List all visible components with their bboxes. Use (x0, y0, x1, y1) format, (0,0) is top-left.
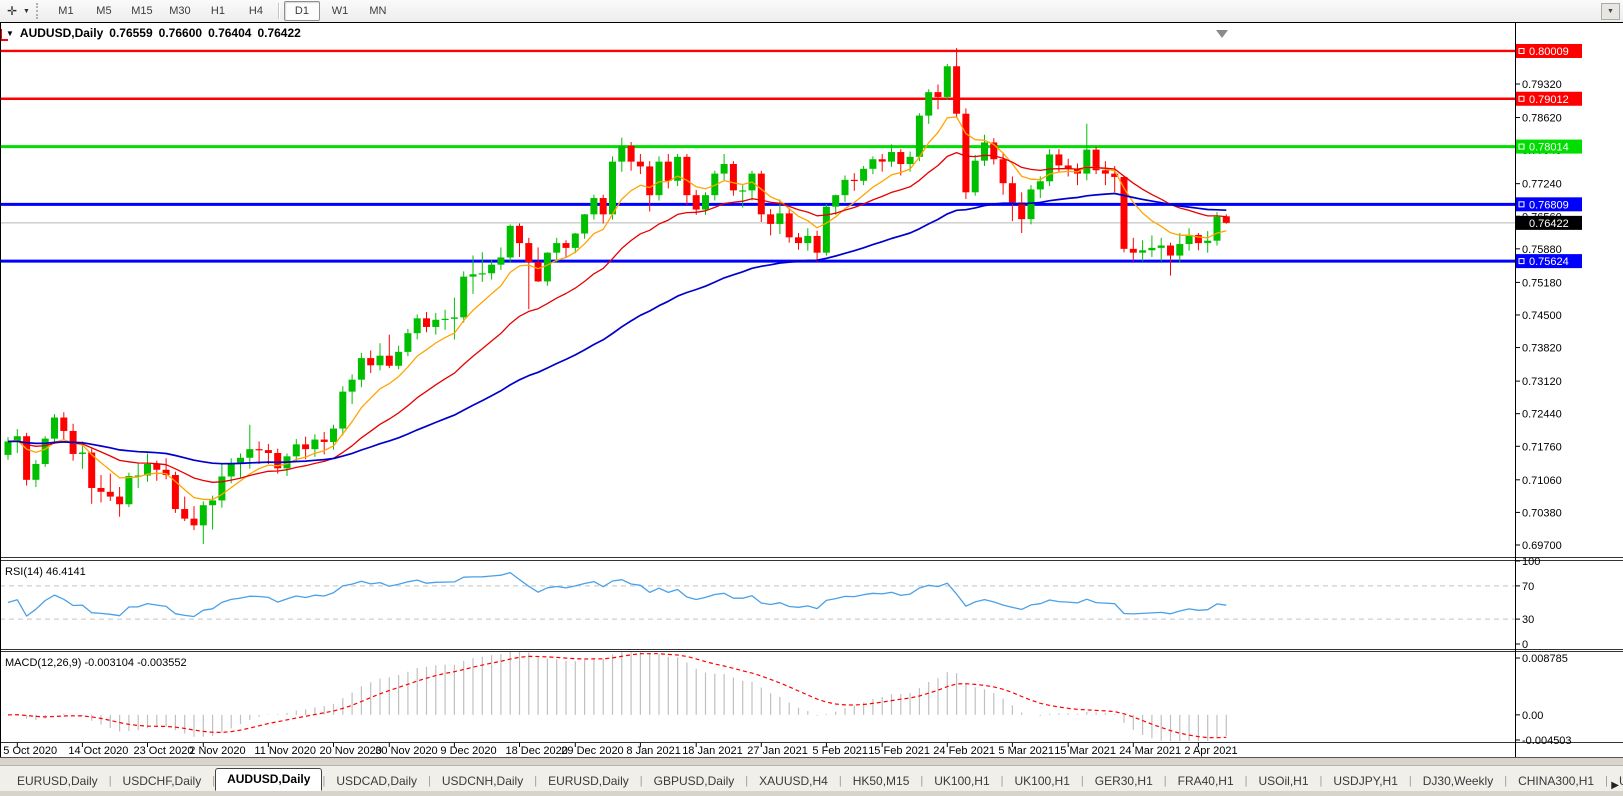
date-label: 5 Oct 2020 (3, 745, 57, 757)
close-value: 0.76422 (257, 26, 301, 40)
chevron-down-icon[interactable]: ▼ (23, 8, 30, 15)
tab-scroll-right-icon[interactable]: ▶ (1611, 780, 1619, 791)
chart-tab-usdjpy-h1[interactable]: USDJPY,H1 (1322, 771, 1408, 791)
price-tick-label: 0.71760 (1522, 441, 1562, 453)
chart-title: ▼ AUDUSD,Daily 0.76559 0.76600 0.76404 0… (6, 26, 301, 40)
chart-tab-china300-h1[interactable]: CHINA300,H1 (1507, 771, 1605, 791)
price-tick-label: 0.72440 (1522, 409, 1562, 421)
macd-tick-label: -0.004503 (1522, 735, 1572, 747)
chart-tab-hk50-m15[interactable]: HK50,M15 (842, 771, 921, 791)
toolbar-separator (277, 3, 280, 19)
timeframe-group: D1 W1 MN (283, 1, 397, 21)
timeframe-button-mn[interactable]: MN (360, 1, 396, 21)
date-label: 15 Mar 2021 (1054, 745, 1116, 757)
chart-tab-xauusd-h4[interactable]: XAUUSD,H4 (748, 771, 839, 791)
svg-text:0.78014: 0.78014 (1529, 142, 1569, 154)
date-label: 15 Feb 2021 (868, 745, 930, 757)
price-tick-label: 0.78620 (1522, 113, 1562, 125)
date-label: 24 Mar 2021 (1119, 745, 1181, 757)
macd-tick-label: 0.00 (1522, 710, 1543, 722)
rsi-label: RSI(14) 46.4141 (5, 566, 86, 578)
chart-tab-ger30-h1[interactable]: GER30,H1 (1084, 771, 1164, 791)
chart-tab-eurusd-daily[interactable]: EURUSD,Daily (6, 771, 109, 791)
svg-text:0.76809: 0.76809 (1529, 199, 1569, 211)
symbol-label: AUDUSD,Daily (19, 26, 104, 40)
price-chart[interactable]: RSI(14) 46.4141 MACD(12,26,9) -0.003104 -… (0, 22, 1623, 758)
date-label: 5 Feb 2021 (812, 745, 868, 757)
price-tick-label: 0.71060 (1522, 475, 1562, 487)
rsi-tick-label: 70 (1522, 581, 1534, 593)
svg-text:0.80009: 0.80009 (1529, 46, 1569, 58)
high-value: 0.76600 (158, 26, 203, 40)
svg-text:0.75624: 0.75624 (1529, 256, 1569, 268)
rsi-tick-label: 0 (1522, 639, 1528, 651)
chart-tab-usdcad-daily[interactable]: USDCAD,Daily (325, 771, 428, 791)
timeframe-button-h4[interactable]: H4 (238, 1, 274, 21)
price-tick-label: 0.75180 (1522, 277, 1562, 289)
timeframe-button-h1[interactable]: H1 (200, 1, 236, 21)
timeframe-button-w1[interactable]: W1 (322, 1, 358, 21)
open-value: 0.76559 (109, 26, 153, 40)
chart-window: ▼ AUDUSD,Daily 0.76559 0.76600 0.76404 0… (0, 22, 1623, 758)
axis-dropdown-button[interactable]: ▼ (1601, 3, 1620, 20)
date-label: 11 Nov 2020 (254, 745, 316, 757)
price-tick-label: 0.74500 (1522, 310, 1562, 322)
chart-tab-audusd-daily[interactable]: AUDUSD,Daily (215, 768, 323, 791)
chart-tab-bar: EURUSD,Daily | USDCHF,Daily | AUDUSD,Daily | U… (0, 765, 1623, 791)
price-tick-label: 0.79320 (1522, 79, 1562, 91)
price-tick-label: 0.73820 (1522, 343, 1562, 355)
chart-tab-uk100-h1[interactable]: UK100,H1 (923, 771, 1000, 791)
window-divider (0, 758, 1623, 765)
symbol-marker-icon: ▼ (6, 28, 14, 38)
price-tick-label: 0.75880 (1522, 244, 1562, 256)
status-strip (0, 791, 1623, 796)
timeframe-button-m30[interactable]: M30 (162, 1, 198, 21)
chart-tab-fra40-h1[interactable]: FRA40,H1 (1167, 771, 1245, 791)
date-label: 2 Apr 2021 (1184, 745, 1237, 757)
date-label: 5 Mar 2021 (998, 745, 1054, 757)
timeframe-toolbar: ✛ ▼ M1 M5 M15 M30 H1 H4 D1 W1 MN ▼ (0, 0, 1623, 23)
chart-tab-eurusd-daily[interactable]: EURUSD,Daily (537, 771, 640, 791)
toolbar-grip-handle[interactable] (35, 3, 43, 19)
date-label: 30 Nov 2020 (375, 745, 437, 757)
price-tick-label: 0.73120 (1522, 376, 1562, 388)
chart-tab-uk100-h1[interactable]: UK100,H1 (1004, 771, 1081, 791)
date-label: 9 Dec 2020 (440, 745, 496, 757)
timeframe-button-m5[interactable]: M5 (86, 1, 122, 21)
date-label: 18 Jan 2021 (682, 745, 743, 757)
chart-tab-dj30-weekly[interactable]: DJ30,Weekly (1412, 771, 1504, 791)
svg-text:0.76422: 0.76422 (1529, 218, 1569, 230)
timeframe-button-m15[interactable]: M15 (124, 1, 160, 21)
date-label: 29 Dec 2020 (561, 745, 623, 757)
rsi-tick-label: 30 (1522, 614, 1534, 626)
price-axis[interactable]: 0.793200.786200.779400.772400.765600.758… (1515, 43, 1582, 747)
macd-tick-label: 0.008785 (1522, 653, 1568, 665)
price-tick-label: 0.77240 (1522, 179, 1562, 191)
date-label: 27 Jan 2021 (747, 745, 808, 757)
date-label: 2 Nov 2020 (189, 745, 245, 757)
rsi-tick-label: 100 (1522, 556, 1540, 568)
date-label: 8 Jan 2021 (626, 745, 680, 757)
chart-tab-usdchf-daily[interactable]: USDCHF,Daily (112, 771, 213, 791)
chart-tab-gbpusd-daily[interactable]: GBPUSD,Daily (643, 771, 746, 791)
chart-tab-usdcnh-daily[interactable]: USDCNH,Daily (431, 771, 534, 791)
timeframe-button-d1[interactable]: D1 (283, 1, 320, 21)
low-value: 0.76404 (208, 26, 252, 40)
timeframe-button-m1[interactable]: M1 (48, 1, 84, 21)
date-label: 18 Dec 2020 (506, 745, 568, 757)
date-label: 24 Feb 2021 (933, 745, 995, 757)
macd-label: MACD(12,26,9) -0.003104 -0.003552 (5, 657, 187, 669)
date-label: 14 Oct 2020 (68, 745, 128, 757)
date-label: 23 Oct 2020 (134, 745, 194, 757)
chart-tab-usoil-h1[interactable]: USOil,H1 (1248, 771, 1320, 791)
timeframe-group: M1 M5 M15 M30 H1 H4 (47, 1, 275, 21)
svg-text:0.79012: 0.79012 (1529, 94, 1569, 106)
crosshair-tool-icon[interactable]: ✛ (3, 2, 21, 20)
price-tick-label: 0.70380 (1522, 507, 1562, 519)
price-tick-label: 0.69700 (1522, 540, 1562, 552)
date-label: 20 Nov 2020 (320, 745, 382, 757)
time-axis[interactable]: 5 Oct 2020 14 Oct 2020 23 Oct 20202 Nov 20… (3, 743, 1238, 757)
